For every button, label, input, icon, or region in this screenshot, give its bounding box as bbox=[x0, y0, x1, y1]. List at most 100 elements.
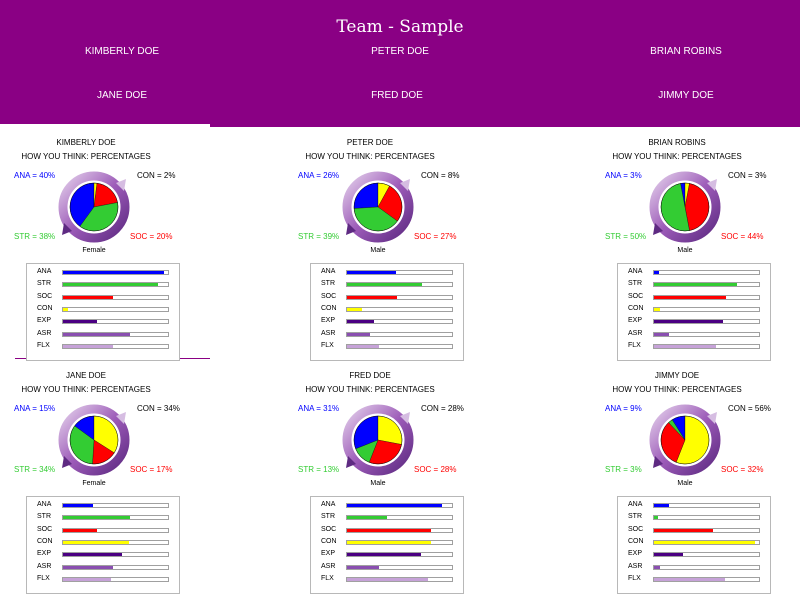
bar-row: EXP bbox=[618, 315, 770, 327]
bar-row: FLX bbox=[618, 340, 770, 352]
gender-label: Male bbox=[370, 480, 386, 487]
ana-percent: ANA = 15% bbox=[14, 404, 56, 413]
score-bars-panel: ANA STR SOC CON EXP ASR FLX bbox=[310, 496, 464, 594]
gender-label: Male bbox=[677, 480, 693, 487]
bar-track bbox=[653, 515, 760, 521]
bar-row: ANA bbox=[311, 499, 463, 511]
nav-link-jimmy-doe[interactable]: JIMMY DOE bbox=[596, 90, 776, 101]
bar-label-soc: SOC bbox=[37, 292, 53, 300]
ana-percent: ANA = 9% bbox=[605, 404, 642, 413]
bar-label-asr: ASR bbox=[628, 329, 643, 337]
bar-track bbox=[653, 343, 760, 349]
bar-label-ana: ANA bbox=[37, 268, 52, 275]
bar-track bbox=[346, 515, 453, 521]
bar-row: ASR bbox=[27, 328, 179, 340]
nav-link-jane-doe[interactable]: JANE DOE bbox=[32, 90, 212, 101]
bar-track bbox=[346, 294, 453, 300]
bar-row: ASR bbox=[27, 561, 179, 573]
bar-fill-soc bbox=[654, 295, 727, 299]
bar-track bbox=[62, 294, 169, 300]
con-percent: CON = 8% bbox=[421, 171, 460, 180]
bar-track bbox=[653, 564, 760, 570]
profile-card: JANE DOE HOW YOU THINK: PERCENTAGES ANA = … bbox=[0, 368, 186, 594]
bar-fill-ana bbox=[654, 271, 660, 274]
bar-row: ANA bbox=[618, 266, 770, 278]
bar-row: EXP bbox=[311, 315, 463, 327]
bar-fill-ana bbox=[63, 271, 164, 274]
bar-label-ana: ANA bbox=[321, 268, 336, 275]
bar-label-con: CON bbox=[321, 537, 337, 545]
soc-percent: SOC = 20% bbox=[130, 232, 173, 241]
bar-track bbox=[346, 331, 453, 337]
pie-slice-soc bbox=[684, 183, 710, 231]
bar-fill-str bbox=[654, 516, 659, 520]
score-bars-panel: ANA STR SOC CON EXP ASR FLX bbox=[310, 263, 464, 361]
active-tab-indicator bbox=[0, 124, 210, 127]
bar-row: STR bbox=[618, 511, 770, 523]
bar-track bbox=[62, 319, 169, 325]
bar-row: SOC bbox=[311, 291, 463, 303]
bar-row: SOC bbox=[27, 291, 179, 303]
str-percent: STR = 38% bbox=[14, 232, 56, 241]
card-subtitle: HOW YOU THINK: PERCENTAGES bbox=[305, 152, 435, 161]
bar-label-flx: FLX bbox=[628, 574, 641, 582]
con-percent: CON = 34% bbox=[137, 404, 180, 413]
bar-track bbox=[62, 282, 169, 288]
bar-row: SOC bbox=[311, 524, 463, 536]
bar-label-asr: ASR bbox=[321, 562, 336, 570]
bar-fill-soc bbox=[347, 295, 398, 299]
bar-track bbox=[62, 515, 169, 521]
bar-fill-exp bbox=[347, 320, 375, 324]
nav-link-peter-doe[interactable]: PETER DOE bbox=[310, 46, 490, 57]
bar-label-con: CON bbox=[37, 537, 53, 545]
profile-card: JIMMY DOE HOW YOU THINK: PERCENTAGES ANA =… bbox=[577, 368, 777, 594]
bar-row: SOC bbox=[618, 524, 770, 536]
card-name: JANE DOE bbox=[65, 371, 106, 380]
bar-track bbox=[653, 270, 760, 275]
bar-track bbox=[346, 564, 453, 570]
bar-row: STR bbox=[27, 511, 179, 523]
bar-label-asr: ASR bbox=[628, 562, 643, 570]
ana-percent: ANA = 31% bbox=[298, 404, 340, 413]
bar-track bbox=[653, 282, 760, 288]
bar-track bbox=[62, 539, 169, 545]
bar-row: ANA bbox=[27, 266, 179, 278]
bar-row: CON bbox=[311, 536, 463, 548]
bar-row: STR bbox=[27, 278, 179, 290]
str-percent: STR = 34% bbox=[14, 465, 56, 474]
card-subtitle: HOW YOU THINK: PERCENTAGES bbox=[21, 385, 151, 394]
header-banner: Team - Sample KIMBERLY DOE PETER DOE BRI… bbox=[0, 0, 800, 127]
bar-track bbox=[653, 539, 760, 545]
gender-label: Male bbox=[677, 247, 693, 254]
bar-fill-con bbox=[63, 540, 130, 544]
bar-label-exp: EXP bbox=[37, 317, 52, 325]
bar-fill-soc bbox=[63, 295, 114, 299]
bar-track bbox=[346, 576, 453, 582]
nav-link-kimberly-doe[interactable]: KIMBERLY DOE bbox=[32, 46, 212, 57]
bar-track bbox=[346, 270, 453, 275]
soc-percent: SOC = 28% bbox=[414, 465, 457, 474]
bar-fill-soc bbox=[654, 528, 713, 532]
bar-row: SOC bbox=[618, 291, 770, 303]
bar-fill-str bbox=[654, 283, 737, 287]
nav-link-fred-doe[interactable]: FRED DOE bbox=[307, 90, 487, 101]
bar-track bbox=[62, 270, 169, 275]
bar-fill-flx bbox=[63, 344, 114, 348]
bar-row: ANA bbox=[27, 499, 179, 511]
bar-row: FLX bbox=[618, 573, 770, 585]
bar-row: CON bbox=[27, 303, 179, 315]
bar-label-con: CON bbox=[321, 304, 337, 312]
bar-row: CON bbox=[27, 536, 179, 548]
bar-label-soc: SOC bbox=[628, 292, 644, 300]
soc-percent: SOC = 27% bbox=[414, 232, 457, 241]
bar-fill-exp bbox=[654, 320, 724, 324]
bar-label-soc: SOC bbox=[321, 292, 337, 300]
score-bars-panel: ANA STR SOC CON EXP ASR FLX bbox=[26, 496, 180, 594]
bar-track bbox=[62, 552, 169, 558]
bar-fill-flx bbox=[347, 577, 428, 581]
nav-link-brian-robins[interactable]: BRIAN ROBINS bbox=[596, 46, 776, 57]
bar-track bbox=[653, 331, 760, 337]
bar-track bbox=[346, 552, 453, 558]
bar-fill-exp bbox=[63, 320, 97, 324]
bar-track bbox=[653, 319, 760, 325]
